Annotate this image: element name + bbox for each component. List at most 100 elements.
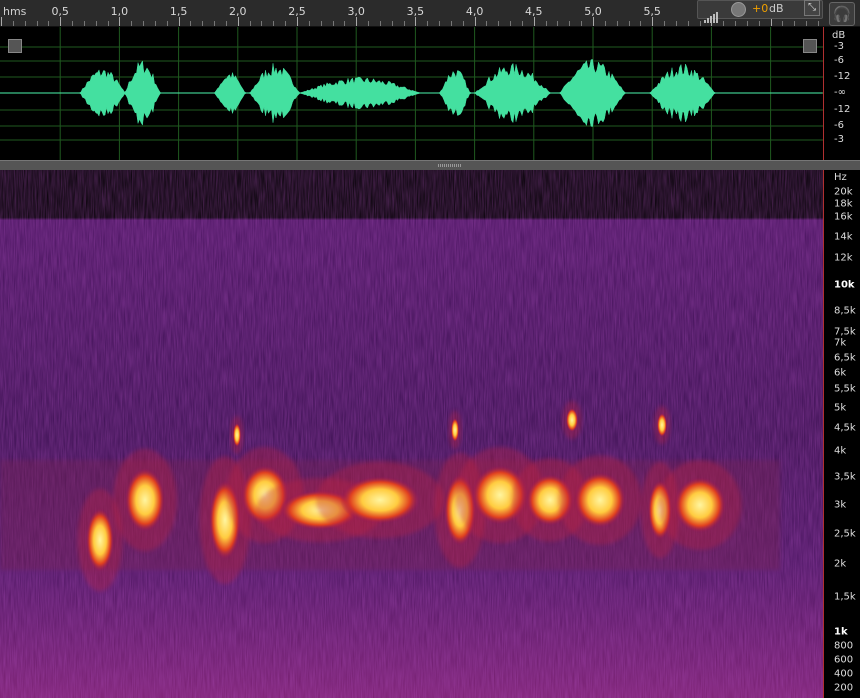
time-tick <box>344 21 346 26</box>
time-tick <box>107 21 109 26</box>
time-tick <box>794 21 796 26</box>
amplitude-tick-label: -6 <box>834 55 844 66</box>
time-tick <box>60 17 62 26</box>
time-tick <box>320 21 322 26</box>
spectrogram-energy <box>451 418 459 442</box>
time-tick <box>403 21 405 26</box>
time-tick <box>166 21 168 26</box>
time-tick <box>178 17 180 26</box>
time-tick <box>569 21 571 26</box>
frequency-tick-label: 16k <box>834 211 853 223</box>
time-tick <box>593 17 594 26</box>
amplitude-tick-label: -12 <box>834 104 851 115</box>
frequency-tick-label: 2,5k <box>834 528 856 540</box>
frequency-tick-label: 3,5k <box>834 471 856 483</box>
pin-icon[interactable]: ⤡ <box>804 0 820 16</box>
time-tick <box>391 21 393 26</box>
time-tick <box>190 21 192 26</box>
frequency-tick-label: 8,5k <box>834 305 856 317</box>
spectrogram-energy <box>233 423 241 447</box>
spectrogram-display[interactable] <box>0 170 823 698</box>
time-tick <box>415 17 417 26</box>
amplitude-tick-label: -∞ <box>834 87 846 98</box>
frequency-tick-label: 7k <box>834 337 847 349</box>
time-tick <box>237 17 239 26</box>
time-tick <box>154 21 156 26</box>
spectrogram-energy <box>125 468 165 532</box>
time-tick <box>723 21 725 26</box>
time-tick <box>261 21 263 26</box>
frequency-tick-label: 600 <box>834 654 854 666</box>
frequency-tick-label: 6,5k <box>834 352 856 364</box>
spectrogram-energy <box>674 477 726 533</box>
frequency-scale: Hz 20k 18k 16k 14k 12k 10k 8,5k 7,5k 7k 6,5k 6k 5,5… <box>823 170 860 698</box>
splitter-grip-icon <box>438 164 462 167</box>
time-tick <box>95 21 97 26</box>
time-tick <box>72 21 74 26</box>
time-tick <box>557 21 559 26</box>
time-tick <box>545 21 547 26</box>
time-tick <box>498 21 500 26</box>
time-tick <box>214 21 216 26</box>
amplitude-tick-label: -12 <box>834 71 851 82</box>
frequency-tick-label: 18k <box>834 198 853 210</box>
frequency-tick-label: 14k <box>834 231 853 243</box>
time-tick <box>652 17 654 26</box>
frequency-tick-label: 7,5k <box>834 326 856 338</box>
spectrogram-energy <box>566 408 578 432</box>
amplitude-tick-label: -3 <box>834 41 844 52</box>
time-tick <box>664 21 666 26</box>
time-tick <box>450 21 452 26</box>
time-tick <box>273 21 275 26</box>
time-tick <box>12 21 14 26</box>
frequency-tick-label: 4,5k <box>834 422 856 434</box>
amplitude-tick-label: -3 <box>834 134 844 145</box>
volume-knob[interactable] <box>731 2 746 17</box>
time-tick <box>202 21 204 26</box>
time-tick <box>368 21 370 26</box>
waveform-graph <box>0 27 823 160</box>
time-tick <box>308 21 310 26</box>
headphones-icon[interactable]: 🎧 <box>829 2 855 26</box>
time-tick <box>332 21 334 26</box>
frequency-tick-label: 1,5k <box>834 591 856 603</box>
fade-out-handle[interactable] <box>803 39 817 53</box>
frequency-tick-label: 3k <box>834 499 847 511</box>
frequency-tick-label: 200 <box>834 682 854 694</box>
time-tick <box>746 21 748 26</box>
waveform-trace <box>0 59 823 127</box>
time-tick <box>1 17 2 26</box>
spectrogram-energy <box>574 472 626 528</box>
time-tick <box>427 21 429 26</box>
frequency-tick-label: 12k <box>834 252 853 264</box>
time-tick <box>640 21 642 26</box>
spectrogram-energy <box>340 476 420 524</box>
time-tick <box>616 21 618 26</box>
time-tick <box>356 17 358 26</box>
frequency-tick-label: 6k <box>834 367 847 379</box>
time-tick <box>119 17 121 26</box>
time-tick <box>143 21 145 26</box>
time-tick <box>379 21 381 26</box>
time-tick <box>510 21 512 26</box>
time-tick <box>782 21 784 26</box>
frequency-tick-label: 2k <box>834 558 847 570</box>
amplitude-unit-label: dB <box>832 30 846 41</box>
amplitude-tick-label: -6 <box>834 120 844 131</box>
frequency-tick-label: 5,5k <box>834 383 856 395</box>
time-tick <box>806 21 808 26</box>
time-tick <box>131 21 133 26</box>
amplitude-scale: dB -3 -6 -12 -∞ -12 -6 -3 <box>823 27 860 160</box>
time-tick <box>297 17 298 26</box>
fade-in-handle[interactable] <box>8 39 22 53</box>
time-tick <box>474 17 476 26</box>
time-tick <box>581 21 583 26</box>
time-tick <box>225 21 227 26</box>
volume-value[interactable]: +0 <box>752 2 768 15</box>
time-tick <box>699 21 701 26</box>
time-tick <box>36 21 38 26</box>
time-tick <box>521 21 523 26</box>
time-tick <box>486 21 488 26</box>
waveform-display[interactable] <box>0 27 823 160</box>
time-tick <box>24 21 26 26</box>
